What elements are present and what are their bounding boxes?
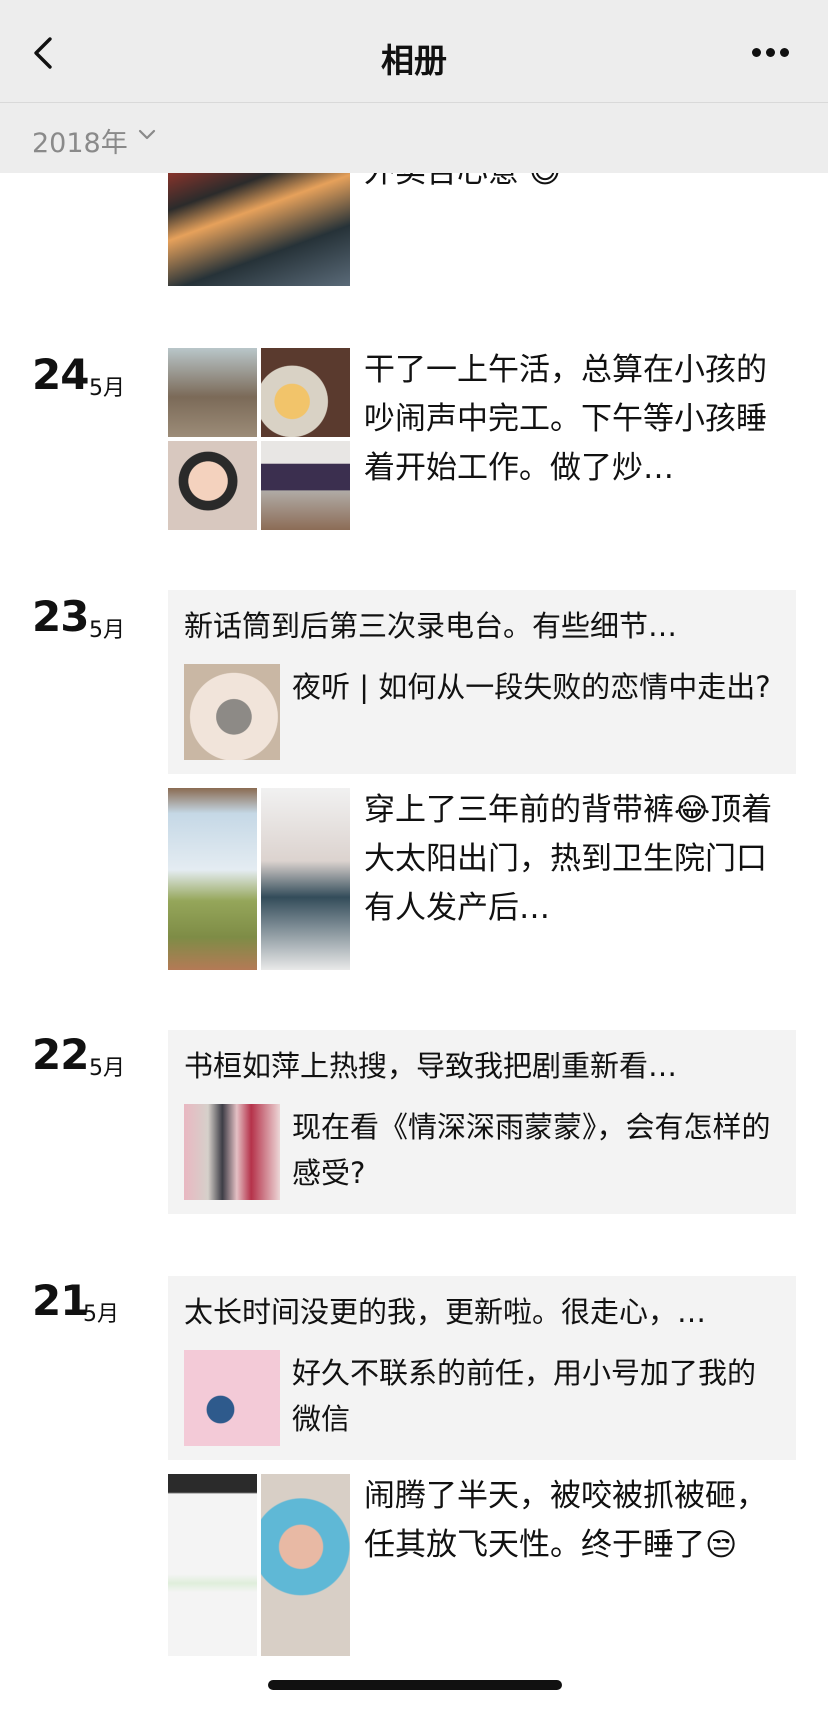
photo-thumbnail[interactable] [261, 1474, 350, 1656]
month-label: 5月 [89, 1056, 125, 1081]
post-text[interactable]: 干了一上午活，总算在小孩的吵闹声中完工。下午等小孩睡着开始工作。做了炒… [364, 346, 778, 493]
post-thumbnails[interactable] [168, 1474, 350, 1656]
month-label: 5月 [89, 376, 125, 401]
post-thumbnails[interactable] [168, 348, 350, 530]
article-thumbnail [184, 664, 280, 760]
article-thumbnail [184, 1350, 280, 1446]
day-number: 21 [32, 1276, 89, 1325]
nav-bar: 相册 [0, 0, 828, 103]
month-label: 5月 [83, 1302, 119, 1327]
shared-article-card[interactable]: 新话筒到后第三次录电台。有些细节… 夜听 | 如何从一段失败的恋情中走出? [168, 590, 796, 774]
article-thumbnail [184, 1104, 280, 1200]
post-text[interactable]: 闹腾了半天，被咬被抓被砸，任其放飞天性。终于睡了😒 [364, 1472, 778, 1570]
shared-article-card[interactable]: 太长时间没更的我，更新啦。很走心，… 好久不联系的前任，用小号加了我的微信 [168, 1276, 796, 1460]
article-title: 现在看《情深深雨蒙蒙》，会有怎样的感受? [292, 1110, 771, 1190]
article-title: 好久不联系的前任，用小号加了我的微信 [292, 1356, 757, 1436]
share-caption: 书桓如萍上热搜，导致我把剧重新看… [184, 1049, 678, 1083]
day-number: 23 [32, 592, 89, 641]
photo-thumbnail[interactable] [168, 1474, 257, 1656]
photo-thumbnail[interactable] [261, 441, 350, 530]
share-caption: 太长时间没更的我，更新啦。很走心，… [184, 1295, 707, 1329]
post-text[interactable]: 穿上了三年前的背带裤😂顶着大太阳出门，热到卫生院门口有人发产后… [364, 786, 778, 933]
shared-article-card[interactable]: 书桓如萍上热搜，导致我把剧重新看… 现在看《情深深雨蒙蒙》，会有怎样的感受? [168, 1030, 796, 1214]
article-title: 夜听 | 如何从一段失败的恋情中走出? [292, 670, 771, 704]
more-dots-icon[interactable] [752, 48, 790, 60]
page-title: 相册 [381, 41, 447, 80]
year-selector[interactable]: 2018年 [32, 121, 128, 160]
day-number: 24 [32, 350, 89, 399]
photo-thumbnail[interactable] [261, 348, 350, 437]
post-thumbnails[interactable] [168, 788, 350, 970]
year-filter-bar[interactable]: 2018年 [0, 103, 828, 173]
photo-thumbnail[interactable] [168, 441, 257, 530]
photo-thumbnail[interactable] [168, 788, 257, 970]
photo-thumbnail[interactable] [168, 348, 257, 437]
home-indicator[interactable] [268, 1680, 562, 1690]
day-number: 22 [32, 1030, 89, 1079]
share-caption: 新话筒到后第三次录电台。有些细节… [184, 609, 678, 643]
chevron-down-icon[interactable] [138, 129, 156, 141]
photo-thumbnail[interactable] [261, 788, 350, 970]
month-label: 5月 [89, 618, 125, 643]
